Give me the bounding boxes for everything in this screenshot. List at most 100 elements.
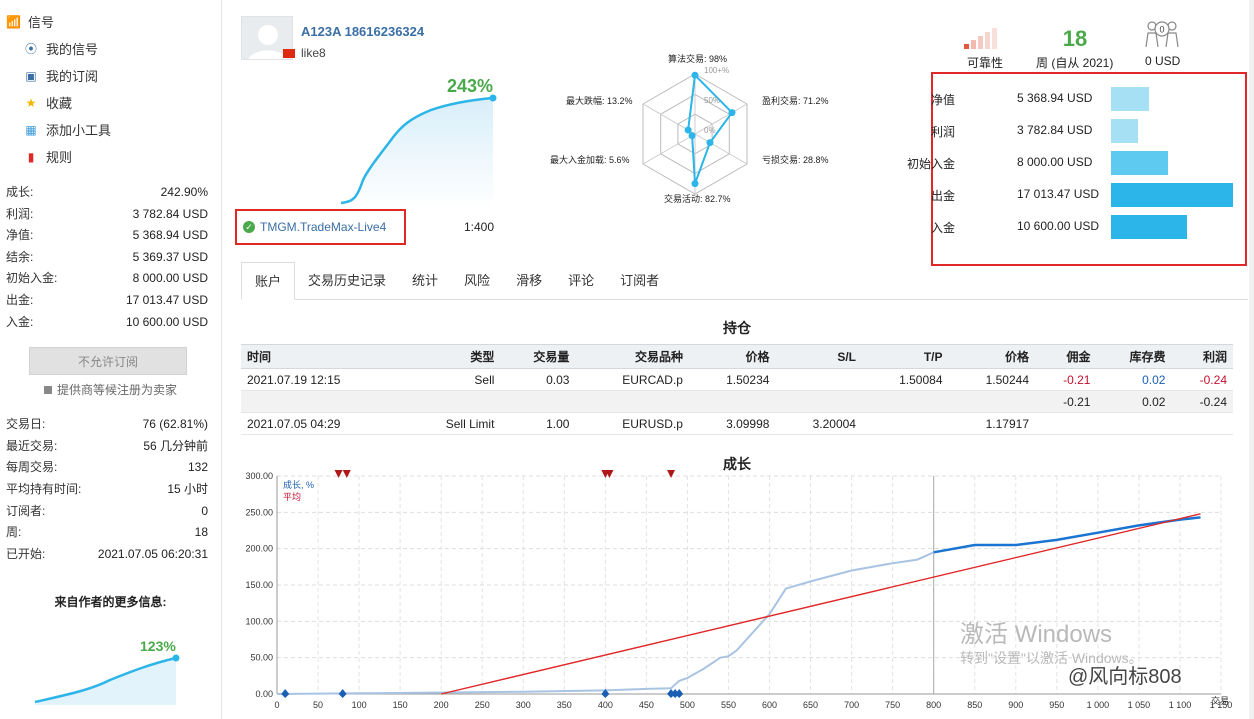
summary-value: 17 013.47 USD (1017, 187, 1100, 201)
x-tick-label: 1 000 (1087, 700, 1110, 710)
stat-row: 周: 18 (0, 522, 221, 544)
radar-point (706, 139, 714, 147)
cell: Sell Limit (405, 412, 501, 435)
stat-value: 242.90% (160, 185, 208, 199)
col-header: 交易量 (500, 344, 576, 369)
more-from-author-title: 来自作者的更多信息: (54, 595, 167, 610)
summary-row: 初始入金 8 000.00 USD (907, 150, 1245, 176)
summary-bar (1111, 119, 1138, 143)
weeks-count: 18 (1062, 26, 1088, 51)
stat-value: 15 小时 (167, 481, 208, 496)
subscribers-count: 0 (1159, 25, 1164, 35)
x-tick-label: 800 (926, 700, 941, 710)
subscribe-disabled-button[interactable]: 不允许订阅 (29, 347, 187, 376)
nav-my-subscriptions[interactable]: ▣ 我的订阅 (0, 62, 221, 89)
note-icon (43, 386, 52, 395)
x-tick-label: 400 (598, 700, 613, 710)
x-tick-label: 350 (557, 700, 572, 710)
tab-subscribers[interactable]: 订阅者 (607, 262, 672, 300)
radar-point (684, 126, 692, 134)
tab-reviews[interactable]: 评论 (555, 262, 607, 300)
stat-value: 5 369.37 USD (132, 249, 208, 264)
tab-statistics[interactable]: 统计 (399, 262, 451, 300)
nav-signals[interactable]: 📶 信号 (0, 8, 221, 35)
cell: 1.17917 (948, 412, 1036, 435)
summary-bar (1111, 183, 1233, 207)
summary-value: 5 368.94 USD (1017, 91, 1093, 105)
stat-row: 入金: 10 600.00 USD (0, 312, 221, 334)
y-tick-label: 100.00 (245, 616, 273, 626)
radar-chart: 算法交易: 98% 盈利交易: 71.2% 亏损交易: 28.8% 交易活动: … (540, 46, 850, 206)
subscribers-icon: 0 (1145, 21, 1179, 48)
nav-add-widget[interactable]: ▦ 添加小工具 (0, 116, 221, 143)
cell: EURCAD.p (575, 368, 689, 391)
nav-rules[interactable]: ▮ 规则 (0, 143, 221, 170)
weeks-label: 周 (自从 2021) (1036, 56, 1114, 70)
growth-mini-chart[interactable] (241, 90, 501, 210)
x-tick-label: 450 (639, 700, 654, 710)
stat-value: 3 782.84 USD (132, 206, 208, 221)
cell (1035, 412, 1097, 435)
y-tick-label: 300.00 (245, 471, 273, 481)
cell: 2021.07.05 04:29 (241, 412, 406, 435)
summary-value: 3 782.84 USD (1017, 123, 1093, 137)
stat-row: 交易日: 76 (62.81%) (0, 414, 221, 436)
col-header: 库存费 (1096, 344, 1172, 369)
radar-label-algo: 算法交易: 98% (668, 54, 728, 64)
signal-icon: ⦿ (24, 41, 37, 56)
signal-login: like8 (283, 46, 326, 60)
y-tick-label: 0.00 (255, 689, 273, 699)
summary-row: 利润 3 782.84 USD (931, 118, 1245, 144)
table-row[interactable]: 2021.07.05 04:29 Sell Limit 1.00 EURUSD.… (241, 412, 1233, 435)
cell: 0.02 (1096, 390, 1172, 413)
y-tick-label: 50.00 (250, 653, 273, 663)
stat-row: 出金: 17 013.47 USD (0, 290, 221, 312)
x-tick-label: 150 (393, 700, 408, 710)
radar-point (691, 71, 699, 79)
nav-my-signals[interactable]: ⦿ 我的信号 (0, 35, 221, 62)
broker-name: TMGM.TradeMax-Live4 (260, 220, 387, 234)
nav-favorites[interactable]: ★ 收藏 (0, 89, 221, 116)
y-tick-label: 250.00 (245, 507, 273, 517)
tab-account[interactable]: 账户 (241, 262, 296, 300)
stats-list-2: 交易日: 76 (62.81%) 最近交易: 56 几分钟前 每周交易: 132 平均… (0, 414, 221, 565)
scrollbar[interactable] (1249, 0, 1254, 719)
x-tick-label: 200 (434, 700, 449, 710)
x-tick-label: 900 (1008, 700, 1023, 710)
cell (1171, 412, 1233, 435)
tab-slippage[interactable]: 滑移 (503, 262, 555, 300)
radar-ring-100: 100+% (704, 66, 730, 75)
login-text: like8 (301, 46, 326, 60)
more-growth-sparkline[interactable] (30, 650, 190, 705)
col-header: 时间 (241, 344, 406, 369)
cell: -0.24 (1171, 368, 1233, 391)
tab-history[interactable]: 交易历史记录 (295, 262, 399, 300)
radar-label-profit: 盈利交易: 71.2% (762, 96, 829, 106)
stat-value: 10 600.00 USD (125, 314, 208, 329)
col-header: 利润 (1171, 344, 1233, 369)
radar-label-loss: 亏损交易: 28.8% (762, 155, 829, 165)
signal-name[interactable]: A123A 18616236324 (301, 24, 424, 39)
author-watermark: @风向标808 (1068, 666, 1182, 688)
mini-chart-end-dot (489, 94, 497, 102)
stat-key: 订阅者: (6, 503, 46, 518)
stat-key: 每周交易: (6, 460, 58, 475)
radar-label-activity: 交易活动: 82.7% (664, 194, 731, 204)
tab-risk[interactable]: 风险 (451, 262, 503, 300)
stat-key: 入金: (6, 314, 34, 329)
broker-server[interactable]: ✓ TMGM.TradeMax-Live4 (235, 209, 406, 245)
summary-key: 出金 (930, 189, 955, 203)
subscription-price: 0 USD (1145, 54, 1181, 68)
summary-value: 8 000.00 USD (1017, 155, 1093, 169)
stat-value: 0 (201, 503, 208, 518)
x-tick-label: 500 (680, 700, 695, 710)
stat-row: 每周交易: 132 (0, 457, 221, 479)
cell: -0.24 (1171, 390, 1233, 413)
nav-item-label: 我的订阅 (46, 69, 99, 84)
radar-point (688, 132, 696, 140)
radar-ring-50: 50% (704, 96, 721, 105)
cell: 0.03 (500, 368, 576, 391)
signal-icon: 📶 (6, 14, 21, 29)
stat-value: 76 (62.81%) (142, 417, 208, 432)
table-row[interactable]: 2021.07.19 12:15 Sell 0.03 EURCAD.p 1.50… (241, 368, 1233, 391)
